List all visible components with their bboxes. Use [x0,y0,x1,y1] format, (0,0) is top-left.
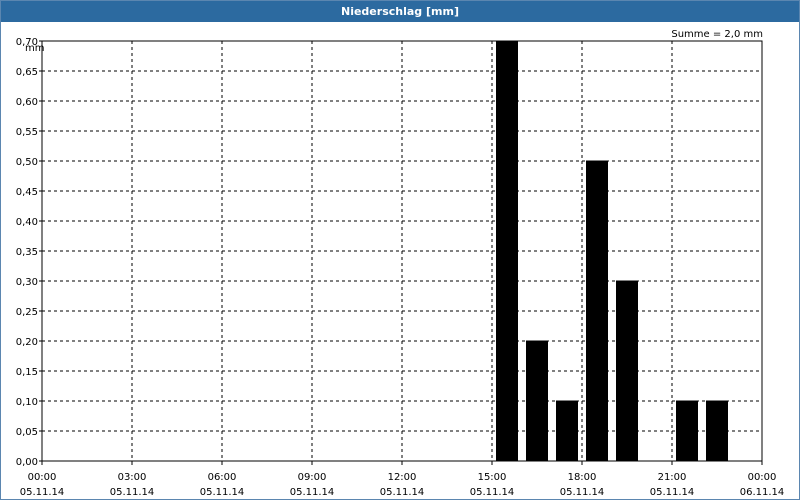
y-tick-label: 0,30 [16,277,38,288]
total-annotation: Summe = 2,0 mm [671,29,763,40]
precipitation-bar [676,400,698,462]
x-tick-date-label: 05.11.14 [20,487,65,498]
precipitation-bar [526,340,548,462]
x-tick-time-label: 12:00 [388,472,417,483]
x-tick-time-label: 06:00 [208,472,237,483]
y-tick-label: 0,05 [16,427,38,438]
x-tick-time-label: 00:00 [28,472,57,483]
y-axis-label: mm [25,43,44,54]
y-tick-label: 0,20 [16,337,38,348]
y-tick-label: 0,15 [16,367,38,378]
x-tick-date-label: 05.11.14 [200,487,245,498]
y-tick-label: 0,25 [16,307,38,318]
precipitation-bar [706,400,728,462]
y-tick-label: 0,55 [16,127,38,138]
x-tick-date-label: 06.11.14 [740,487,785,498]
x-tick-date-label: 05.11.14 [380,487,425,498]
precipitation-bar [586,160,608,462]
x-tick-time-label: 15:00 [478,472,507,483]
precipitation-chart: 0,00 0,05 0,10 0,15 0,20 0,25 0,30 0,35 0,40 0,45… [16,29,785,498]
precipitation-bar [556,400,578,462]
x-tick-time-label: 21:00 [658,472,687,483]
x-tick-date-label: 05.11.14 [110,487,155,498]
x-tick-date-label: 05.11.14 [560,487,605,498]
x-tick-time-label: 03:00 [118,472,147,483]
x-tick-date-label: 05.11.14 [650,487,695,498]
y-tick-label: 0,50 [16,157,38,168]
x-tick-date-label: 05.11.14 [290,487,335,498]
x-tick-date-label: 05.11.14 [470,487,515,498]
x-tick-time-label: 18:00 [568,472,597,483]
y-tick-label: 0,10 [16,397,38,408]
x-tick-time-label: 00:00 [748,472,777,483]
y-tick-label: 0,00 [16,457,38,468]
precipitation-bar [496,40,518,462]
y-tick-label: 0,35 [16,247,38,258]
y-tick-label: 0,45 [16,187,38,198]
x-tick-time-label: 09:00 [298,472,327,483]
y-tick-label: 0,65 [16,67,38,78]
y-tick-label: 0,40 [16,217,38,228]
chart-window: Niederschlag [mm] 0,00 0,05 0,10 0,15 0,20 0,… [0,0,800,500]
precipitation-bar [616,280,638,462]
y-tick-label: 0,60 [16,97,38,108]
